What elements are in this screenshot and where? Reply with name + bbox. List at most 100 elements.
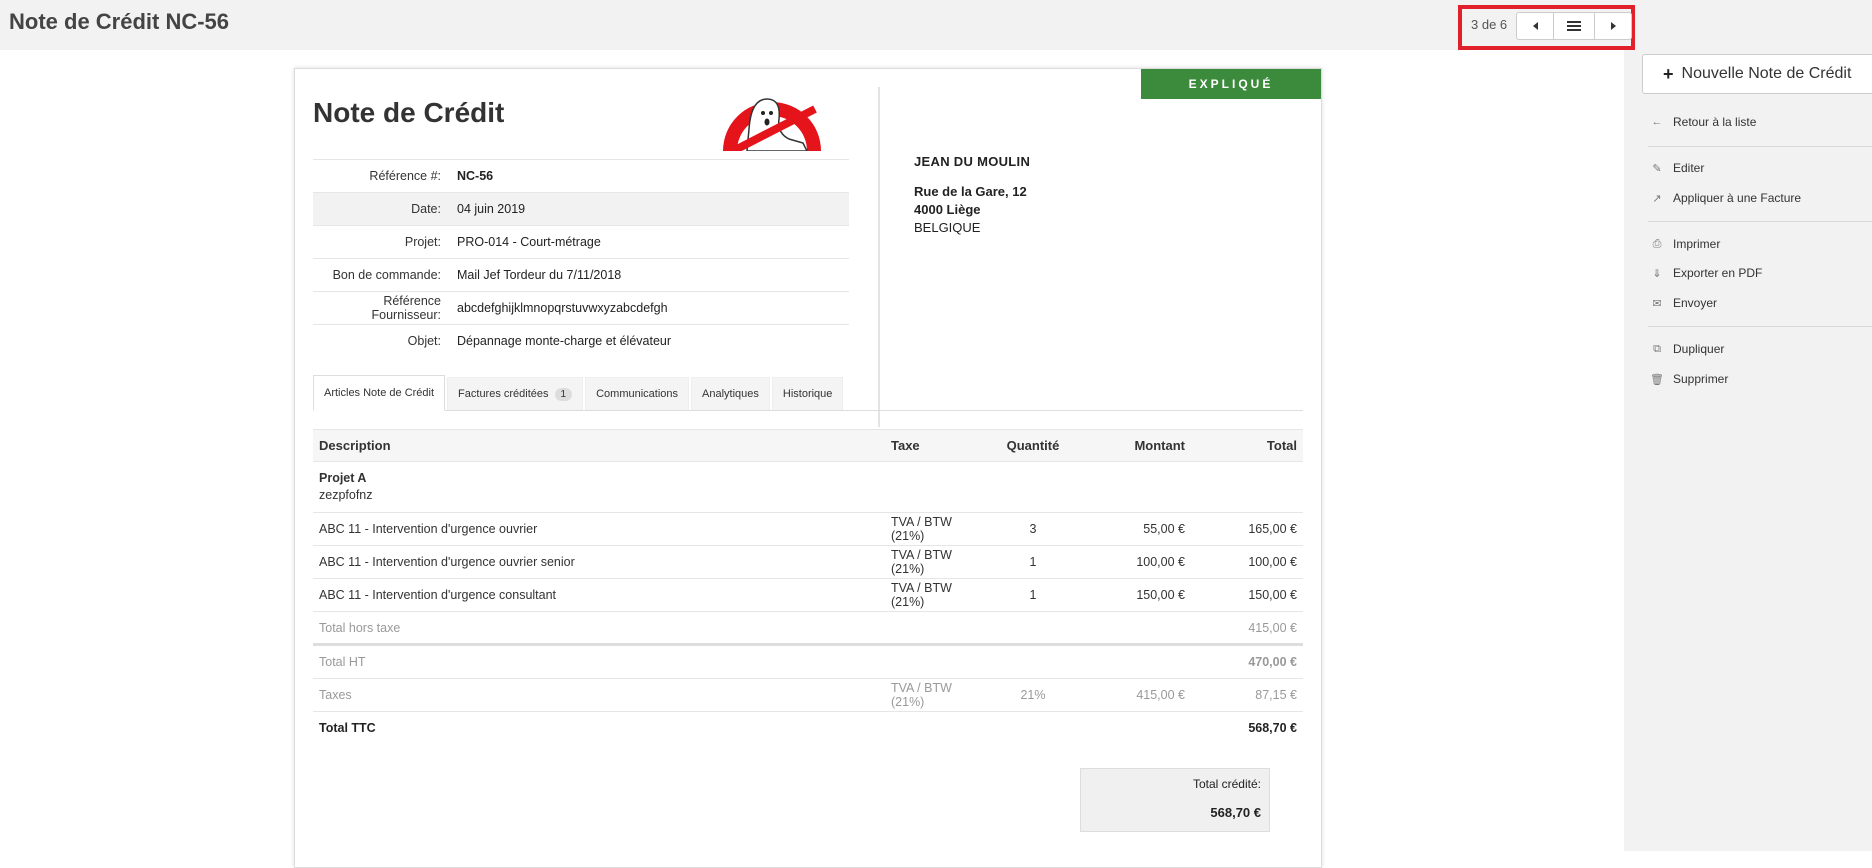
field-value: 04 juin 2019 — [457, 192, 849, 226]
copy-icon: ⧉ — [1653, 342, 1661, 355]
cell-quantity: 3 — [993, 512, 1073, 546]
client-name: JEAN DU MOULIN — [914, 154, 1031, 169]
download-icon: ⇓ — [1652, 267, 1662, 280]
group-cell: Projet A zezpfofnz — [313, 461, 1303, 513]
tab-articles[interactable]: Articles Note de Crédit — [313, 375, 446, 411]
line-items-table: Description Taxe Quantité Montant Total … — [313, 429, 1303, 745]
taxes-value: 87,15 € — [1191, 678, 1303, 712]
total-ht-row: Total HT 470,00 € — [313, 643, 1303, 679]
subtotal-value: 415,00 € — [1191, 611, 1303, 645]
sidebar-item-back[interactable]: ← Retour à la liste — [1650, 111, 1757, 133]
sidebar-item-send[interactable]: ✉ Envoyer — [1650, 292, 1717, 314]
field-label: Référence Fournisseur: — [313, 291, 457, 325]
total-ht-label: Total HT — [313, 643, 1191, 679]
group-row: Projet A zezpfofnz — [313, 461, 1303, 513]
cell-description: ABC 11 - Intervention d'urgence consulta… — [313, 578, 885, 612]
sidebar-item-label: Appliquer à une Facture — [1673, 191, 1802, 205]
pager-count: 3 de 6 — [1471, 17, 1508, 32]
sidebar-item-delete[interactable]: 🗑 Supprimer — [1650, 368, 1728, 390]
plus-icon: + — [1663, 63, 1674, 84]
taxes-base: 415,00 € — [1073, 678, 1191, 712]
client-street: Rue de la Gare, 12 — [914, 184, 1027, 199]
document-title: Note de Crédit — [313, 97, 505, 128]
list-view-button[interactable] — [1553, 12, 1595, 40]
sidebar-item-apply-invoice[interactable]: ↗ Appliquer à une Facture — [1650, 187, 1801, 209]
sidebar-item-edit[interactable]: ✎ Editer — [1650, 157, 1704, 179]
sidebar-item-duplicate[interactable]: ⧉ Dupliquer — [1650, 338, 1724, 360]
page-title: Note de Crédit NC-56 — [9, 9, 230, 34]
taxes-row: Taxes TVA / BTW (21%) 21% 415,00 € 87,15… — [313, 678, 1303, 712]
field-label: Bon de commande: — [313, 258, 457, 292]
previous-button[interactable] — [1516, 12, 1554, 40]
total-credited-box: Total crédité: 568,70 € — [1080, 768, 1270, 832]
table-row: ABC 11 - Intervention d'urgence ouvrier … — [313, 512, 1303, 546]
info-row-reference: Référence #: NC-56 — [313, 159, 849, 193]
action-sidebar: + Nouvelle Note de Crédit ← Retour à la … — [1624, 50, 1872, 851]
sidebar-item-export-pdf[interactable]: ⇓ Exporter en PDF — [1650, 262, 1762, 284]
cell-amount: 100,00 € — [1073, 545, 1191, 579]
sidebar-item-label: Imprimer — [1673, 237, 1721, 251]
cell-total: 100,00 € — [1191, 545, 1303, 579]
subtotal-label: Total hors taxe — [313, 611, 1191, 645]
column-header: Montant — [1073, 429, 1191, 462]
field-label: Objet: — [313, 324, 457, 358]
cell-total: 165,00 € — [1191, 512, 1303, 546]
field-label: Référence #: — [313, 159, 457, 193]
sidebar-item-label: Retour à la liste — [1673, 115, 1757, 129]
tab-history[interactable]: Historique — [771, 377, 844, 410]
total-credited-label: Total crédité: — [1192, 777, 1261, 791]
tab-communications[interactable]: Communications — [585, 377, 690, 410]
field-label: Projet: — [313, 225, 457, 259]
company-logo — [723, 98, 821, 151]
total-ttc-value: 568,70 € — [1191, 711, 1303, 745]
divider — [1648, 221, 1872, 222]
envelope-icon: ✉ — [1652, 297, 1662, 310]
subtotal-row: Total hors taxe 415,00 € — [313, 611, 1303, 645]
share-icon: ↗ — [1652, 192, 1662, 205]
print-icon: ⎙ — [1652, 237, 1662, 250]
taxes-type: TVA / BTW (21%) — [885, 678, 993, 712]
info-row-date: Date: 04 juin 2019 — [313, 192, 849, 226]
arrow-left-icon: ← — [1651, 116, 1663, 128]
new-credit-note-button[interactable]: + Nouvelle Note de Crédit — [1642, 54, 1872, 94]
total-ttc-row: Total TTC 568,70 € — [313, 711, 1303, 745]
cell-tax: TVA / BTW (21%) — [885, 545, 993, 579]
group-note: zezpfofnz — [319, 488, 373, 502]
info-row-project: Projet: PRO-014 - Court-métrage — [313, 225, 849, 259]
cell-quantity: 1 — [993, 578, 1073, 612]
tab-label: Historique — [782, 388, 833, 400]
tab-label: Articles Note de Crédit — [324, 387, 435, 399]
column-header: Quantité — [993, 429, 1073, 462]
total-ttc-label: Total TTC — [313, 711, 1191, 745]
sidebar-item-print[interactable]: ⎙ Imprimer — [1650, 233, 1721, 255]
tab-credited-invoices[interactable]: Factures créditées 1 — [447, 377, 584, 410]
caret-left-icon — [1532, 22, 1538, 30]
column-header: Taxe — [885, 429, 993, 462]
pager-group — [1516, 12, 1632, 40]
total-ht-value: 470,00 € — [1191, 643, 1303, 679]
table-row: ABC 11 - Intervention d'urgence ouvrier … — [313, 545, 1303, 579]
cell-tax: TVA / BTW (21%) — [885, 578, 993, 612]
list-icon — [1567, 21, 1581, 31]
tab-analytics[interactable]: Analytiques — [691, 377, 770, 410]
tab-count-badge: 1 — [554, 387, 573, 401]
credit-note-info-table: Référence #: NC-56 Date: 04 juin 2019 Pr… — [313, 159, 849, 358]
cell-description: ABC 11 - Intervention d'urgence ouvrier — [313, 512, 885, 546]
tab-label: Analytiques — [702, 388, 759, 400]
cell-tax: TVA / BTW (21%) — [885, 512, 993, 546]
cell-quantity: 1 — [993, 545, 1073, 579]
cell-total: 150,00 € — [1191, 578, 1303, 612]
info-row-subject: Objet: Dépannage monte-charge et élévate… — [313, 324, 849, 358]
cell-description: ABC 11 - Intervention d'urgence ouvrier … — [313, 545, 885, 579]
next-button[interactable] — [1594, 12, 1632, 40]
info-row-supplier-reference: Référence Fournisseur: abcdefghijklmnopq… — [313, 291, 849, 325]
sidebar-item-label: Envoyer — [1673, 296, 1718, 310]
field-value: Mail Jef Tordeur du 7/11/2018 — [457, 258, 849, 292]
cell-amount: 150,00 € — [1073, 578, 1191, 612]
column-header: Description — [313, 429, 885, 462]
client-city: 4000 Liège — [914, 202, 981, 217]
field-value: NC-56 — [457, 159, 849, 193]
document-tabs: Articles Note de Crédit Factures crédité… — [313, 375, 1303, 411]
sidebar-item-label: Exporter en PDF — [1673, 266, 1763, 280]
taxes-label: Taxes — [313, 678, 885, 712]
